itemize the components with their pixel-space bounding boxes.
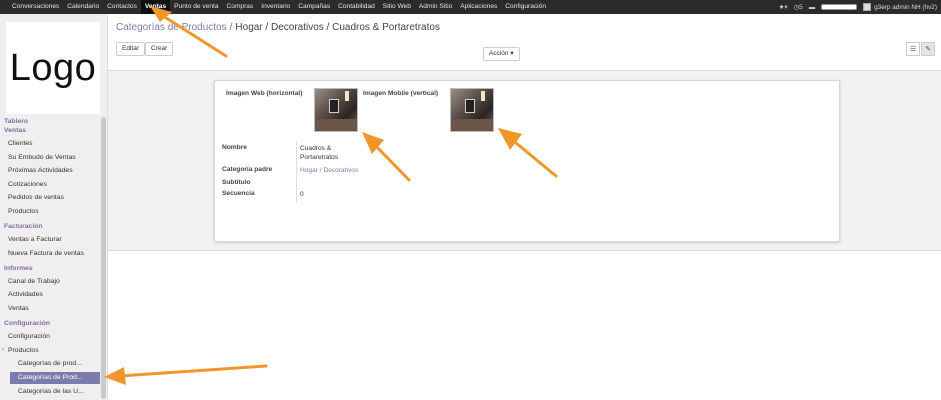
- logo-text: Logo: [9, 46, 97, 89]
- sidebar-item-embudo[interactable]: Su Embudo de Ventas: [8, 154, 76, 161]
- parent-category-label: Categoría padre: [222, 166, 273, 173]
- activity-clock-icon[interactable]: ◷5: [794, 3, 803, 11]
- parent-category-link[interactable]: Hogar / Decorativos: [300, 167, 358, 174]
- arrow-to-categorias: [118, 364, 268, 378]
- sidebar-section-facturacion: Facturación: [4, 223, 43, 230]
- user-name: g3erp admin NH (hv2): [874, 3, 937, 11]
- sidebar-item-productos-config[interactable]: Productos: [8, 347, 39, 354]
- menu-sitio-web[interactable]: Sitio Web: [379, 0, 415, 14]
- sidebar: Logo Tablero Ventas Clientes Su Embudo d…: [0, 14, 108, 400]
- image-web-label: Imagen Web (horizontal): [226, 90, 303, 97]
- top-navbar: Conversaciones Calendario Contactos Vent…: [0, 0, 941, 14]
- menu-configuracion[interactable]: Configuración: [501, 0, 550, 14]
- sidebar-scrollbar[interactable]: [101, 117, 106, 399]
- image-mobile-label: Imagen Mobile (vertical): [363, 90, 439, 97]
- name-value-line1: Cuadros &: [300, 145, 332, 152]
- chevron-right-icon[interactable]: ›: [2, 347, 4, 353]
- sidebar-item-ventas-a-facturar[interactable]: Ventas a Facturar: [8, 236, 62, 243]
- main-menu: Conversaciones Calendario Contactos Vent…: [0, 0, 550, 14]
- menu-contactos[interactable]: Contactos: [103, 0, 141, 14]
- chat-icon[interactable]: ▬: [809, 4, 815, 11]
- image-web-field[interactable]: [314, 88, 358, 132]
- edit-button[interactable]: Editar: [116, 42, 145, 56]
- sidebar-item-ventas-informe[interactable]: Ventas: [8, 305, 29, 312]
- sidebar-section-configuracion: Configuración: [4, 320, 51, 327]
- menu-admin-sitio[interactable]: Admin Sitio: [415, 0, 456, 14]
- control-panel: Categorías de Productos / Hogar / Decorati…: [108, 14, 941, 71]
- action-dropdown-button[interactable]: Acción ▾: [483, 47, 520, 61]
- menu-inventario[interactable]: Inventario: [257, 0, 294, 14]
- breadcrumb: Categorías de Productos / Hogar / Decorati…: [116, 22, 440, 33]
- navbar-right: ★▾ ◷5 ▬ g3erp admin NH (hv2): [779, 0, 937, 14]
- sidebar-item-proximas-actividades[interactable]: Próximas Actividades: [8, 167, 73, 174]
- form-content-area: Imagen Web (horizontal) Imagen Mobile (v…: [108, 71, 941, 251]
- sidebar-item-clientes[interactable]: Clientes: [8, 140, 33, 147]
- image-mobile-field[interactable]: [450, 88, 494, 132]
- sidebar-section-informes: Informes: [4, 265, 33, 272]
- sidebar-subitem-categorias-prod[interactable]: Categorías de prod...: [18, 360, 82, 367]
- subtitle-label: Subtítulo: [222, 179, 251, 186]
- avatar: [863, 3, 872, 11]
- progress-bar: [821, 4, 858, 10]
- company-logo[interactable]: Logo: [6, 22, 100, 114]
- sidebar-section-tablero[interactable]: Tablero: [4, 118, 28, 125]
- form-view-icon[interactable]: ✎: [921, 42, 935, 56]
- sidebar-item-configuracion[interactable]: Configuración: [8, 333, 50, 340]
- sidebar-item-nueva-factura[interactable]: Nueva Factura de ventas: [8, 250, 84, 257]
- menu-ventas[interactable]: Ventas: [140, 0, 171, 14]
- form-sheet: Imagen Web (horizontal) Imagen Mobile (v…: [214, 80, 840, 242]
- star-icon[interactable]: ★▾: [779, 3, 788, 11]
- field-divider: [296, 141, 297, 203]
- create-button[interactable]: Crear: [145, 42, 174, 56]
- menu-conversaciones[interactable]: Conversaciones: [8, 0, 63, 14]
- breadcrumb-root[interactable]: Categorías de Productos: [116, 22, 227, 33]
- sidebar-item-pedidos[interactable]: Pedidos de ventas: [8, 194, 64, 201]
- sequence-value: 0: [300, 191, 304, 198]
- sidebar-item-canal-de-trabajo[interactable]: Canal de Trabajo: [8, 278, 60, 285]
- sidebar-subitem-categorias-productos[interactable]: Categorías de Prod...: [10, 372, 100, 384]
- sidebar-item-actividades[interactable]: Actividades: [8, 291, 43, 298]
- menu-contabilidad[interactable]: Contabilidad: [334, 0, 379, 14]
- menu-campanas[interactable]: Campañas: [294, 0, 334, 14]
- name-value-line2: Portaretratos: [300, 154, 339, 161]
- sequence-label: Secuencia: [222, 190, 255, 197]
- menu-aplicaciones[interactable]: Aplicaciones: [456, 0, 501, 14]
- menu-punto-de-venta[interactable]: Punto de venta: [170, 0, 222, 14]
- menu-calendario[interactable]: Calendario: [63, 0, 103, 14]
- sidebar-item-productos[interactable]: Productos: [8, 208, 39, 215]
- list-view-icon[interactable]: ☰: [906, 42, 920, 56]
- activity-badge: 5: [799, 4, 803, 11]
- sidebar-section-ventas: Ventas: [4, 127, 26, 134]
- name-label: Nombre: [222, 144, 247, 151]
- user-menu[interactable]: g3erp admin NH (hv2): [863, 3, 937, 11]
- breadcrumb-current: Hogar / Decorativos / Cuadros & Portaret…: [235, 22, 440, 33]
- sidebar-item-cotizaciones[interactable]: Cotizaciones: [8, 181, 47, 188]
- sidebar-subitem-categorias-unidades[interactable]: Categorías de las U...: [18, 388, 84, 395]
- menu-compras[interactable]: Compras: [223, 0, 258, 14]
